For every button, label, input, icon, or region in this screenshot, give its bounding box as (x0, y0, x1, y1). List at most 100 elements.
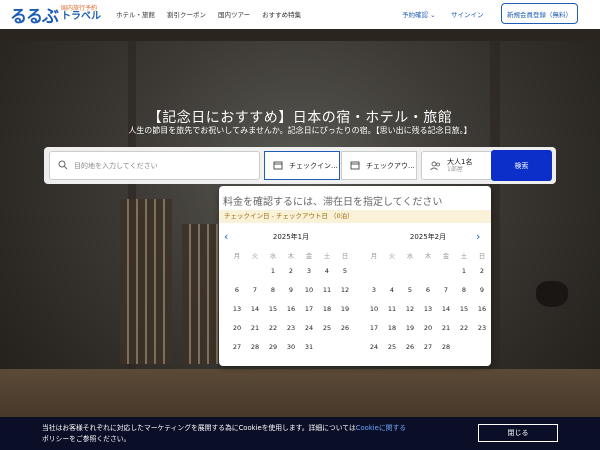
nav-hotels[interactable]: ホテル・旅館 (116, 9, 155, 19)
calendar-day[interactable]: 3 (300, 265, 318, 284)
calendar-day[interactable]: 14 (246, 303, 264, 322)
calendar-day[interactable]: 28 (437, 341, 455, 360)
calendar-day[interactable]: 10 (365, 303, 383, 322)
calendar-day[interactable]: 9 (473, 284, 491, 303)
calendar-day[interactable]: 22 (455, 322, 473, 341)
calendar-day[interactable]: 7 (437, 284, 455, 303)
reservation-check-link[interactable]: 予約確認 ⌄ (402, 9, 436, 19)
calendar-day[interactable]: 14 (437, 303, 455, 322)
calendar-day[interactable]: 12 (336, 284, 354, 303)
calendar-day[interactable]: 5 (336, 265, 354, 284)
calendar-day[interactable]: 19 (336, 303, 354, 322)
nav-featured[interactable]: おすすめ特集 (262, 9, 301, 19)
calendar-empty-cell (383, 265, 401, 284)
main-nav: ホテル・旅館 割引クーポン 国内ツアー おすすめ特集 (116, 9, 301, 19)
destination-placeholder: 目的地を入力してください (74, 161, 158, 170)
calendar-day[interactable]: 11 (318, 284, 336, 303)
calendar-day[interactable]: 18 (318, 303, 336, 322)
cookie-banner: 当社はお客様それぞれに対応したマーケティングを展開する為にCookieを使用しま… (0, 417, 600, 450)
weekday-label: 木 (424, 252, 432, 260)
calendar-day[interactable]: 13 (419, 303, 437, 322)
ceiling-beam (0, 29, 600, 41)
calendar-day[interactable]: 25 (318, 322, 336, 341)
calendar-icon (350, 160, 360, 172)
calendar-day[interactable]: 17 (300, 303, 318, 322)
calendar-day[interactable]: 24 (300, 322, 318, 341)
calendar-day[interactable]: 26 (336, 322, 354, 341)
calendar-empty-cell (419, 265, 437, 284)
calendar-day[interactable]: 9 (282, 284, 300, 303)
calendar-day[interactable]: 22 (264, 322, 282, 341)
nav-domestic-tours[interactable]: 国内ツアー (218, 9, 250, 19)
hero-subtitle: 人生の節目を旅先でお祝いしてみませんか。記念日にぴったりの宿。【思い出に残る記念… (128, 126, 472, 135)
cookie-text-after: ポリシーをご参照ください。 (42, 435, 131, 443)
weekday-label: 土 (323, 252, 331, 260)
calendar-day[interactable]: 10 (300, 284, 318, 303)
calendar-day[interactable]: 21 (246, 322, 264, 341)
checkin-field[interactable]: チェックイン... (264, 151, 340, 180)
calendar-day[interactable]: 31 (300, 341, 318, 360)
register-button[interactable]: 新規会員登録（無料） (501, 3, 578, 24)
iron-kettle (536, 281, 568, 307)
calendar-day[interactable]: 20 (228, 322, 246, 341)
calendar-day[interactable]: 16 (282, 303, 300, 322)
calendar-day[interactable]: 21 (437, 322, 455, 341)
calendar-empty-cell (401, 265, 419, 284)
calendar-day[interactable]: 26 (401, 341, 419, 360)
calendar-day[interactable]: 1 (455, 265, 473, 284)
calendar-day[interactable]: 27 (419, 341, 437, 360)
search-button[interactable]: 検索 (491, 150, 552, 181)
calendar-day[interactable]: 8 (264, 284, 282, 303)
shoji-screen (182, 224, 218, 364)
rurubu-travel-logo[interactable]: るるぶ 国内旅行予約 トラベル (10, 3, 101, 27)
weekday-label: 木 (287, 252, 295, 260)
shoji-screen (120, 199, 172, 364)
weekday-label: 火 (251, 252, 259, 260)
checkout-field[interactable]: チェックアウ... (341, 151, 417, 180)
calendar-day[interactable]: 19 (401, 322, 419, 341)
calendar-day[interactable]: 4 (383, 284, 401, 303)
calendar-day[interactable]: 24 (365, 341, 383, 360)
sign-in-link[interactable]: サインイン (451, 9, 484, 19)
calendar-day[interactable]: 2 (282, 265, 300, 284)
calendar-day[interactable]: 12 (401, 303, 419, 322)
day-grid: 1 2 3 4 5 6 7 8 9 10 11 12 13 14 15 16 17 18 19 20 21 22 23 24 2… (365, 265, 491, 360)
calendar-empty-cell (365, 265, 383, 284)
calendar-day[interactable]: 6 (419, 284, 437, 303)
calendar-day[interactable]: 3 (365, 284, 383, 303)
calendar-day[interactable]: 8 (455, 284, 473, 303)
calendar-month-january: 2025年1月 月 火 水 木 金 土 日 1 2 3 4 5 6 7 8 9 10 11 12 13 1… (228, 232, 354, 360)
nav-coupons[interactable]: 割引クーポン (167, 9, 206, 19)
calendar-day[interactable]: 13 (228, 303, 246, 322)
calendar-day[interactable]: 6 (228, 284, 246, 303)
calendar-day[interactable]: 30 (282, 341, 300, 360)
calendar-day[interactable]: 1 (264, 265, 282, 284)
weekday-label: 日 (478, 252, 486, 260)
weekday-label: 日 (341, 252, 349, 260)
destination-input[interactable]: 目的地を入力してください (49, 151, 260, 180)
weekday-label: 金 (442, 252, 450, 260)
calendar-day[interactable]: 15 (264, 303, 282, 322)
calendar-day[interactable]: 17 (365, 322, 383, 341)
calendar-day[interactable]: 23 (473, 322, 491, 341)
day-grid: 1 2 3 4 5 6 7 8 9 10 11 12 13 14 15 16 17 18 19 20 21 22 23 24 2… (228, 265, 354, 360)
calendar-day[interactable]: 28 (246, 341, 264, 360)
calendar-day[interactable]: 27 (228, 341, 246, 360)
calendar-day[interactable]: 20 (419, 322, 437, 341)
weekday-label: 水 (406, 252, 414, 260)
calendar-day[interactable]: 5 (401, 284, 419, 303)
calendar-day[interactable]: 2 (473, 265, 491, 284)
calendar-day[interactable]: 4 (318, 265, 336, 284)
calendar-day[interactable]: 7 (246, 284, 264, 303)
calendar-day[interactable]: 18 (383, 322, 401, 341)
calendar-day[interactable]: 11 (383, 303, 401, 322)
date-picker-prompt: 料金を確認するには、滞在日を指定してください (223, 197, 443, 208)
calendar-day[interactable]: 16 (473, 303, 491, 322)
cookie-policy-link[interactable]: Cookieに関する (356, 424, 406, 432)
cookie-close-button[interactable]: 閉じる (478, 424, 558, 442)
calendar-day[interactable]: 25 (383, 341, 401, 360)
calendar-day[interactable]: 15 (455, 303, 473, 322)
calendar-day[interactable]: 23 (282, 322, 300, 341)
calendar-empty-cell (246, 265, 264, 284)
calendar-day[interactable]: 29 (264, 341, 282, 360)
